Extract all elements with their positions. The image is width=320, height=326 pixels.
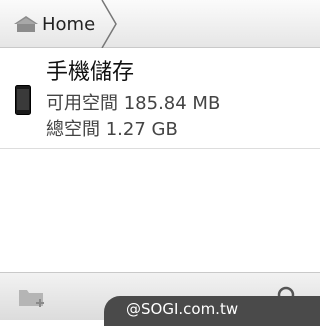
breadcrumb-separator-icon: [101, 0, 117, 48]
phone-icon: [15, 85, 31, 115]
storage-total-space: 總空間 1.27 GB: [46, 119, 178, 140]
new-folder-icon[interactable]: [18, 285, 48, 309]
storage-title: 手機儲存: [46, 60, 135, 85]
storage-list-item[interactable]: 手機儲存 可用空間 185.84 MB 總空間 1.27 GB: [0, 49, 320, 149]
storage-free-space: 可用空間 185.84 MB: [46, 93, 221, 114]
watermark: @SOGI.com.tw: [104, 296, 320, 326]
breadcrumb: Home: [0, 0, 320, 48]
home-icon: [14, 16, 38, 32]
breadcrumb-home-label: Home: [42, 14, 96, 35]
